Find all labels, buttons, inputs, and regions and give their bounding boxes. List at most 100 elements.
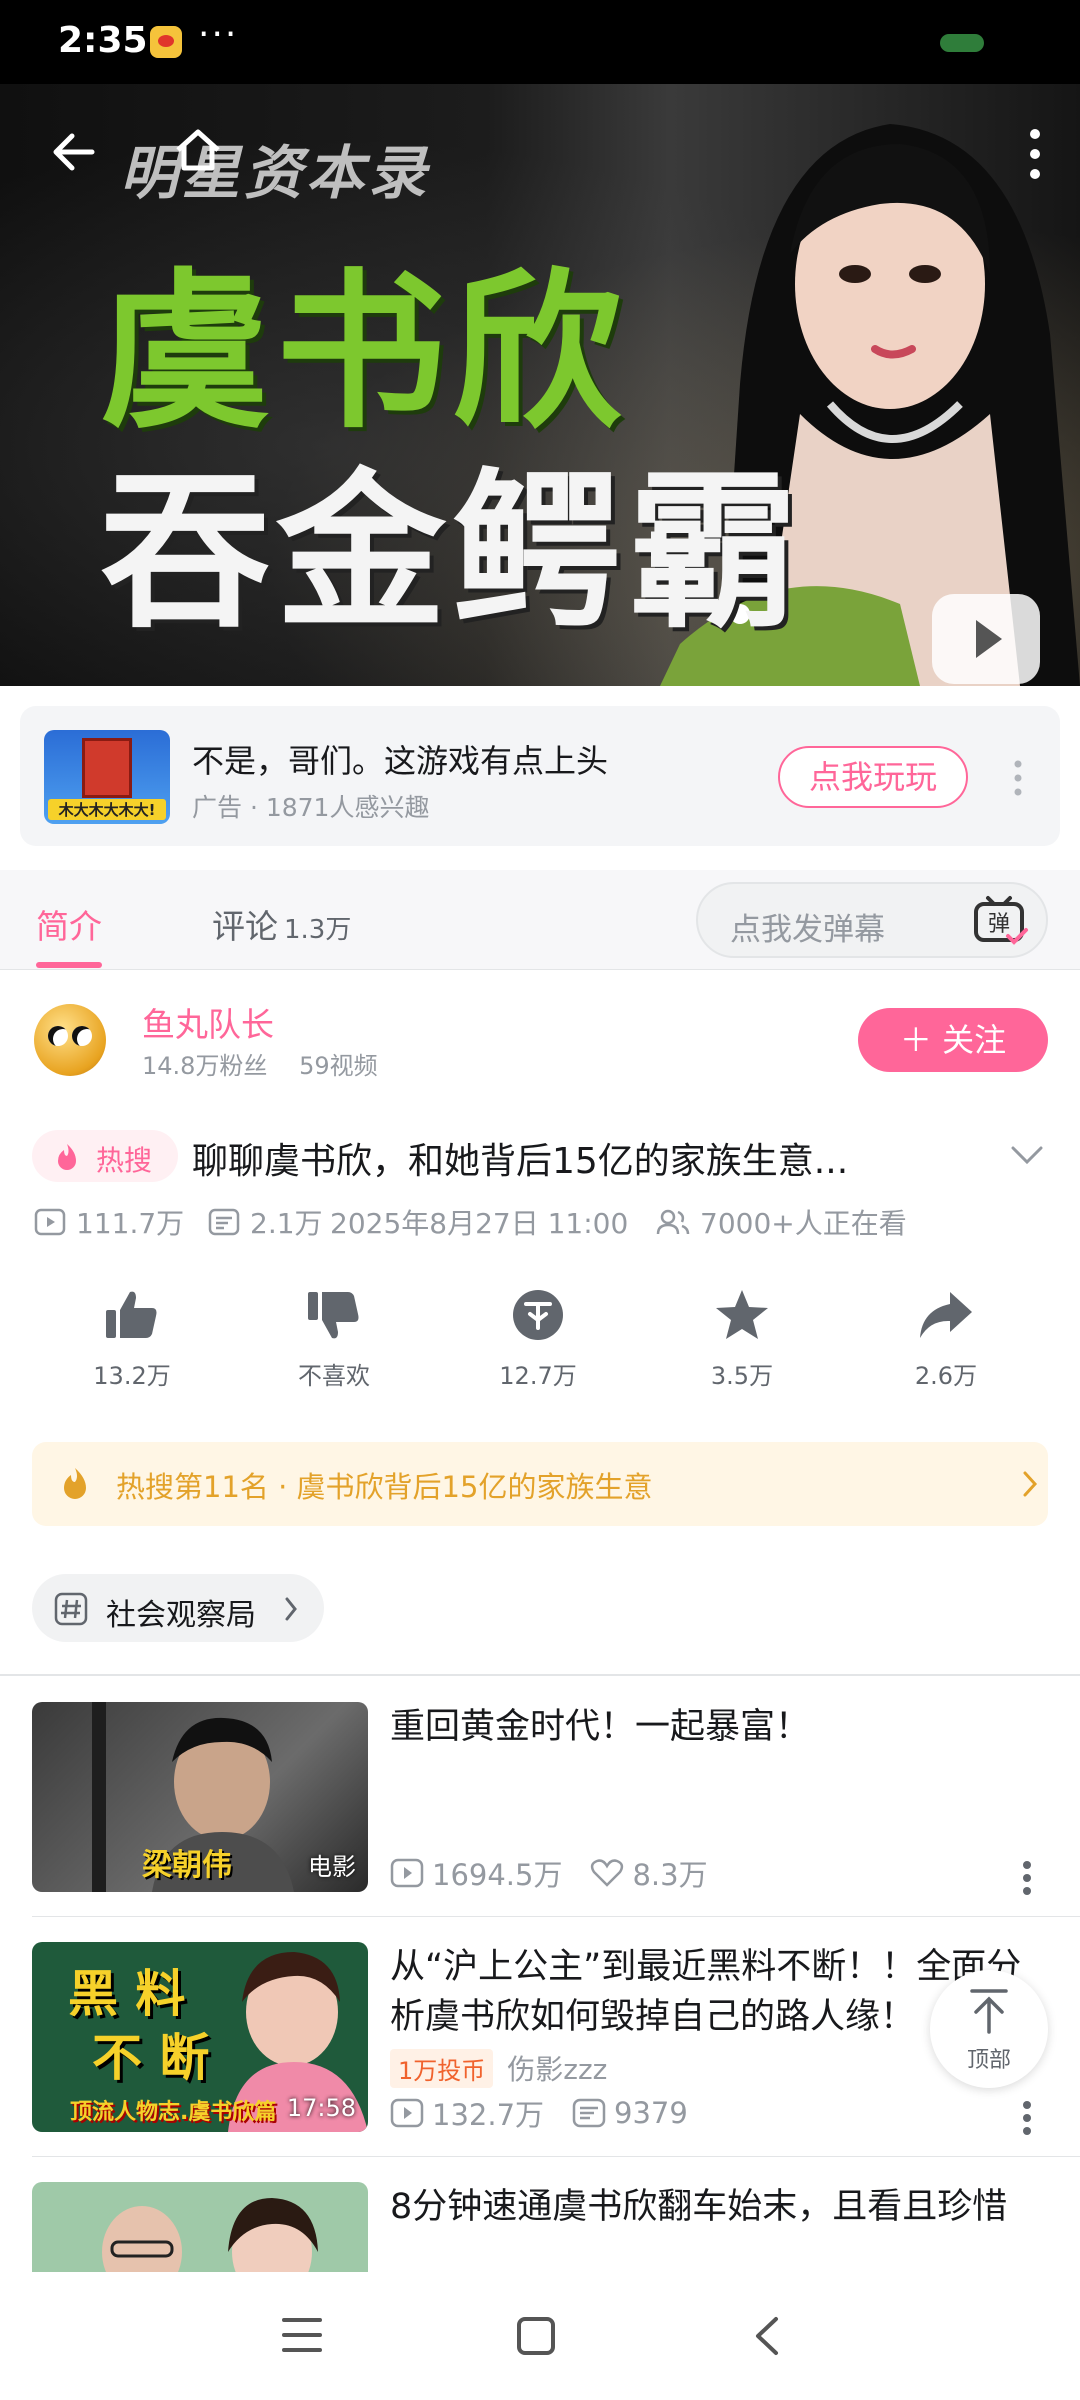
rec-stats: 1694.5万 8.3万: [390, 1852, 708, 1894]
danmaku-placeholder: 点我发弹幕: [730, 912, 885, 948]
rec-thumbnail: 梁朝伟 电影: [32, 1702, 368, 1892]
like-count: 13.2万: [93, 1362, 171, 1390]
back-to-top-label: 顶部: [966, 2048, 1011, 2073]
rec-thumbnail-text-2: 不 断: [92, 2029, 210, 2087]
trending-text: 热搜第11名 · 虞书欣背后15亿的家族生意: [116, 1470, 653, 1504]
share-count: 2.6万: [914, 1362, 978, 1390]
play-count-icon: [34, 1208, 66, 1236]
ad-thumbnail: 木大木大木大!: [44, 730, 170, 824]
tab-active-indicator: [36, 962, 102, 968]
home-icon[interactable]: [170, 122, 226, 178]
play-icon: [976, 620, 1002, 658]
action-bar: 13.2万 不喜欢 12.7万 3.5万 2.6万: [0, 1288, 1080, 1398]
chevron-right-icon: [285, 1597, 297, 1621]
danmaku-count-icon: [572, 2098, 606, 2128]
video-player[interactable]: 明星资本录 虞书欣 吞金鳄霸: [0, 84, 1080, 686]
rec-thumbnail-caption: 梁朝伟: [142, 1848, 232, 1883]
meta-watching: 7000+人正在看: [656, 1202, 907, 1242]
tab-comments[interactable]: 评论 1.3万: [212, 900, 351, 948]
rec-uploader: 伤影zzz: [507, 2053, 608, 2086]
video-subtitle: 明星资本录: [120, 139, 431, 207]
uploader-name[interactable]: 鱼丸队长: [142, 998, 274, 1046]
favorite-count: 3.5万: [710, 1362, 774, 1390]
list-item[interactable]: 8分钟速通虞书欣翻车始末，且看且珍惜: [0, 2182, 1080, 2272]
hot-search-label: 热搜: [96, 1144, 153, 1177]
rec-danmaku: 9379: [614, 2096, 688, 2130]
system-nav-bar: [0, 2272, 1080, 2400]
status-time: 2:35: [58, 20, 148, 61]
play-button[interactable]: [932, 594, 1040, 684]
coin-button[interactable]: 12.7万: [473, 1288, 603, 1391]
ad-meta: 广告 · 1871人感兴趣: [192, 793, 430, 822]
tab-intro[interactable]: 简介: [36, 900, 102, 948]
tab-comments-label: 评论: [212, 907, 278, 946]
meta-danmaku-value: 2.1万: [250, 1207, 323, 1240]
meta-danmaku: 2.1万: [208, 1202, 323, 1242]
ad-game-block-icon: [82, 738, 132, 798]
topic-label: 社会观察局: [106, 1598, 256, 1633]
thumbs-up-icon: [106, 1291, 157, 1338]
back-arrow-icon[interactable]: [46, 124, 102, 180]
home-square-icon[interactable]: [516, 2316, 556, 2356]
meta-date: 2025年8月27日 11:00: [330, 1202, 628, 1242]
rec-stats: 132.7万 9379: [390, 2092, 688, 2134]
meta-watching-value: 7000+人正在看: [700, 1207, 907, 1240]
topic-chip[interactable]: 社会观察局: [32, 1574, 324, 1642]
share-button[interactable]: 2.6万: [881, 1288, 1011, 1391]
rec-uploader-line: 1万投币 伤影zzz: [390, 2048, 607, 2088]
thumbs-down-icon: [308, 1292, 359, 1339]
more-vertical-icon[interactable]: [1020, 124, 1050, 184]
danmaku-input[interactable]: 点我发弹幕 弹: [696, 882, 1048, 958]
hot-search-tag[interactable]: 热搜: [32, 1130, 178, 1182]
uploader-fans: 14.8万粉丝: [142, 1052, 268, 1080]
section-divider: [0, 1674, 1080, 1676]
list-item[interactable]: 梁朝伟 电影 重回黄金时代！一起暴富！ 1694.5万 8.3万: [0, 1702, 1080, 1922]
video-title: 聊聊虞书欣，和她背后15亿的家族生意...: [192, 1141, 849, 1182]
list-divider: [32, 2156, 1080, 2157]
ad-cta-button[interactable]: 点我玩玩: [778, 746, 968, 808]
rec-likes: 8.3万: [632, 1858, 708, 1892]
flame-icon: [58, 1144, 76, 1170]
meta-plays: 111.7万: [34, 1202, 184, 1242]
more-vertical-icon[interactable]: [1022, 1860, 1032, 1896]
rec-thumbnail-image: [102, 2198, 318, 2272]
share-arrow-icon: [920, 1292, 972, 1338]
viewers-icon: [656, 1209, 690, 1235]
heart-icon: [591, 1859, 624, 1887]
uploader-videos: 59视频: [299, 1052, 378, 1080]
danmaku-icon-char: 弹: [988, 912, 1010, 937]
danmaku-count-icon: [208, 1208, 240, 1236]
trending-banner[interactable]: 热搜第11名 · 虞书欣背后15亿的家族生意: [32, 1442, 1048, 1526]
rec-thumbnail: [32, 2182, 368, 2272]
status-more-icon: ···: [198, 14, 239, 55]
ad-more-icon[interactable]: [1010, 758, 1026, 798]
danmaku-toggle-icon[interactable]: 弹: [970, 894, 1030, 948]
coin-count: 12.7万: [499, 1362, 577, 1390]
rec-title: 8分钟速通虞书欣翻车始末，且看且珍惜: [390, 2187, 1008, 2227]
list-item[interactable]: 黑 料 不 断 顶流人物志.虞书欣篇 17:58 从“沪上公主”到最近黑料不断！…: [0, 1942, 1080, 2162]
favorite-button[interactable]: 3.5万: [677, 1288, 807, 1391]
menu-icon[interactable]: [282, 2316, 322, 2354]
trending-flame-icon: [64, 1468, 86, 1499]
star-icon: [716, 1290, 768, 1339]
more-vertical-icon[interactable]: [1022, 2100, 1032, 2136]
back-icon[interactable]: [752, 2316, 782, 2356]
arrow-up-icon: [970, 1989, 1008, 2034]
avatar[interactable]: [34, 1004, 106, 1076]
chevron-right-icon: [1023, 1471, 1038, 1497]
detail-tabs: 简介 评论 1.3万 点我发弹幕 弹: [0, 870, 1080, 970]
rec-coin-tag: 1万投币: [390, 2049, 494, 2088]
rec-duration: 17:58: [286, 2094, 356, 2122]
like-button[interactable]: 13.2万: [67, 1288, 197, 1391]
play-count-icon: [390, 2098, 424, 2128]
rec-plays: 132.7万: [432, 2098, 545, 2132]
meta-plays-value: 111.7万: [76, 1207, 185, 1240]
chevron-down-icon[interactable]: [1010, 1144, 1044, 1166]
uploader-stats: 14.8万粉丝 59视频: [142, 1046, 378, 1081]
follow-button[interactable]: ＋ 关注: [858, 1008, 1048, 1072]
dislike-button[interactable]: 不喜欢: [269, 1288, 399, 1391]
tab-comments-count: 1.3万: [284, 915, 352, 945]
ad-card[interactable]: 木大木大木大! 不是，哥们。这游戏有点上头 广告 · 1871人感兴趣 点我玩玩: [20, 706, 1060, 846]
back-to-top-button[interactable]: 顶部: [930, 1970, 1048, 2088]
rec-title: 重回黄金时代！一起暴富！: [390, 1707, 811, 1747]
